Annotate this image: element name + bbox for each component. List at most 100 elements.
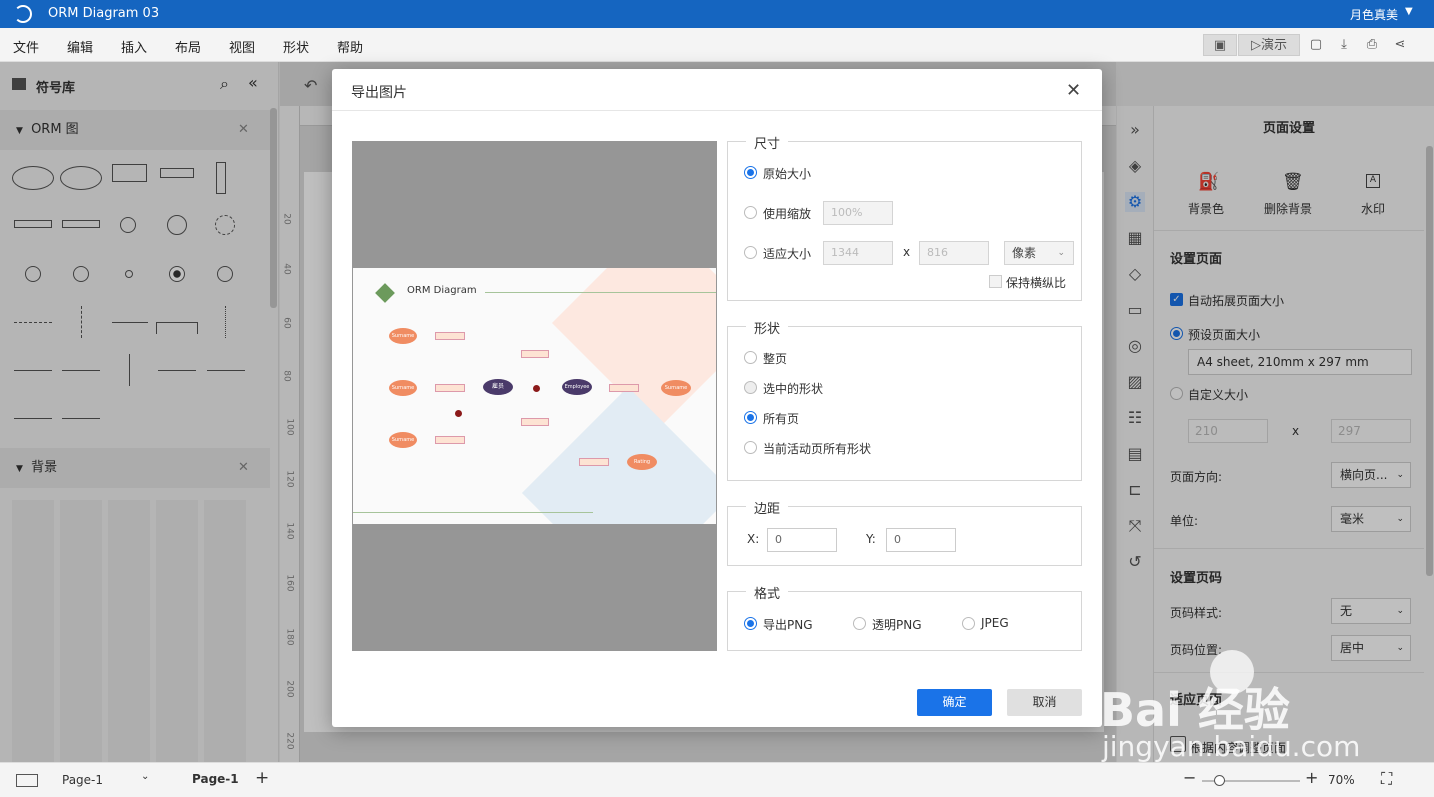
size-legend: 尺寸 xyxy=(746,133,789,152)
png-radio[interactable] xyxy=(744,617,757,630)
preview-role xyxy=(521,418,549,426)
preview-bg-shape xyxy=(521,386,716,524)
preview-entity: Surname xyxy=(389,328,417,344)
preview-employee-cn: 雇员 xyxy=(483,379,513,395)
close-icon[interactable]: ✕ xyxy=(1066,80,1081,101)
zoom-in-icon[interactable]: + xyxy=(1305,768,1318,787)
preview-entity: Surname xyxy=(661,380,691,396)
menu-file[interactable]: 文件 xyxy=(13,37,39,56)
jpeg-radio[interactable] xyxy=(962,617,975,630)
whole-page-label: 整页 xyxy=(763,352,788,366)
preview-entity: Surname xyxy=(389,380,417,396)
margin-x-label: X: xyxy=(747,532,760,546)
scale-label: 使用缩放 xyxy=(763,207,812,221)
format-legend: 格式 xyxy=(746,583,789,602)
fit-size-label: 适应大小 xyxy=(763,247,812,261)
original-size-label: 原始大小 xyxy=(763,167,812,181)
fit-x-label: x xyxy=(903,245,911,259)
fullscreen-icon[interactable]: ⛶ xyxy=(1381,769,1392,789)
all-pages-radio[interactable] xyxy=(744,411,757,424)
dialog-title: 导出图片 xyxy=(351,85,407,101)
menu-view[interactable]: 视图 xyxy=(229,37,255,56)
preview-title-line xyxy=(485,292,716,293)
scale-input[interactable]: 100% xyxy=(823,201,893,225)
fit-width-input[interactable]: 1344 xyxy=(823,241,893,265)
preview-page: ORM Diagram Surname Surname Surname 雇员 E… xyxy=(353,268,716,524)
status-bar: Page-1 ⌄ Page-1 + − + 70% ⛶ xyxy=(0,762,1434,797)
keep-ratio-label: 保持横纵比 xyxy=(1006,276,1067,290)
chevron-down-icon[interactable]: ▼ xyxy=(1405,6,1413,17)
menu-bar: 文件 编辑 插入 布局 视图 形状 帮助 ▣ ▷演示 ▢ ⤓ ⎙ ⋖ xyxy=(0,28,1434,62)
transparent-png-radio[interactable] xyxy=(853,617,866,630)
zoom-value[interactable]: 70% xyxy=(1328,773,1355,787)
page-select[interactable]: Page-1 xyxy=(62,773,103,787)
transparent-png-label: 透明PNG xyxy=(872,618,922,632)
ok-button[interactable]: 确定 xyxy=(917,689,992,716)
download-icon[interactable]: ⤓ xyxy=(1334,34,1354,56)
menu-edit[interactable]: 编辑 xyxy=(67,37,93,56)
preview-bottom-line xyxy=(353,512,593,513)
save-icon[interactable]: ▢ xyxy=(1306,34,1326,56)
unit-select-value: 像素 xyxy=(1012,246,1037,260)
export-preview: ORM Diagram Surname Surname Surname 雇员 E… xyxy=(352,141,717,651)
page-tab-active[interactable]: Page-1 xyxy=(192,772,239,786)
current-page-shapes-label: 当前活动页所有形状 xyxy=(763,442,872,456)
export-image-dialog: 导出图片 ✕ ORM Diagram Surname Surname Surna… xyxy=(332,69,1102,727)
selected-shapes-label: 选中的形状 xyxy=(763,382,824,396)
menu-insert[interactable]: 插入 xyxy=(121,37,147,56)
preview-employee-en: Employee xyxy=(562,379,592,395)
margin-y-input[interactable]: 0 xyxy=(886,528,956,552)
present-label: 演示 xyxy=(1260,38,1287,53)
preview-entity: Surname xyxy=(389,432,417,448)
scale-radio[interactable] xyxy=(744,206,757,219)
all-pages-label: 所有页 xyxy=(763,412,800,426)
cancel-button[interactable]: 取消 xyxy=(1007,689,1082,716)
add-page-icon[interactable]: + xyxy=(255,768,269,788)
slideshow-icon[interactable]: ▣ xyxy=(1203,34,1237,56)
current-page-shapes-radio[interactable] xyxy=(744,441,757,454)
preview-title: ORM Diagram xyxy=(407,285,477,296)
preview-role xyxy=(435,332,465,340)
size-group: 尺寸 原始大小 使用缩放 100% 适应大小 1344 x 816 像素 ⌄ 保持… xyxy=(727,133,1082,301)
title-bar: ORM Diagram 03 月色真美 ▼ xyxy=(0,0,1434,28)
user-name[interactable]: 月色真美 xyxy=(1350,6,1398,23)
document-title: ORM Diagram 03 xyxy=(48,6,160,21)
whole-page-radio[interactable] xyxy=(744,351,757,364)
share-icon[interactable]: ⋖ xyxy=(1390,34,1410,56)
preview-role xyxy=(521,350,549,358)
preview-dot xyxy=(455,410,462,417)
preview-role xyxy=(435,384,465,392)
margin-x-input[interactable]: 0 xyxy=(767,528,837,552)
preview-logo-diamond xyxy=(375,283,395,303)
preview-role xyxy=(435,436,465,444)
menu-shape[interactable]: 形状 xyxy=(283,37,309,56)
shape-legend: 形状 xyxy=(746,318,789,337)
shape-group: 形状 整页 选中的形状 所有页 当前活动页所有形状 xyxy=(727,318,1082,481)
present-button[interactable]: ▷演示 xyxy=(1238,34,1300,56)
margin-group: 边距 X: 0 Y: 0 xyxy=(727,498,1082,566)
play-icon: ▷ xyxy=(1250,38,1261,53)
png-label: 导出PNG xyxy=(763,618,813,632)
fit-size-radio[interactable] xyxy=(744,246,757,259)
keep-ratio-checkbox[interactable] xyxy=(989,275,1002,288)
fit-height-input[interactable]: 816 xyxy=(919,241,989,265)
menu-help[interactable]: 帮助 xyxy=(337,37,363,56)
selected-shapes-radio[interactable] xyxy=(744,381,757,394)
jpeg-label: JPEG xyxy=(981,616,1009,630)
preview-dot xyxy=(533,385,540,392)
menu-layout[interactable]: 布局 xyxy=(175,37,201,56)
divider xyxy=(332,110,1102,111)
zoom-slider-handle[interactable] xyxy=(1214,775,1225,786)
format-group: 格式 导出PNG 透明PNG JPEG xyxy=(727,583,1082,651)
print-icon[interactable]: ⎙ xyxy=(1362,34,1382,56)
app-logo-icon[interactable] xyxy=(14,5,32,23)
preview-role xyxy=(579,458,609,466)
preview-role xyxy=(609,384,639,392)
chevron-down-icon: ⌄ xyxy=(1057,248,1065,258)
margin-y-label: Y: xyxy=(866,532,876,546)
chevron-down-icon[interactable]: ⌄ xyxy=(141,771,149,782)
unit-select[interactable]: 像素 ⌄ xyxy=(1004,241,1074,265)
page-layout-icon[interactable] xyxy=(16,774,38,787)
zoom-out-icon[interactable]: − xyxy=(1183,768,1196,787)
original-size-radio[interactable] xyxy=(744,166,757,179)
